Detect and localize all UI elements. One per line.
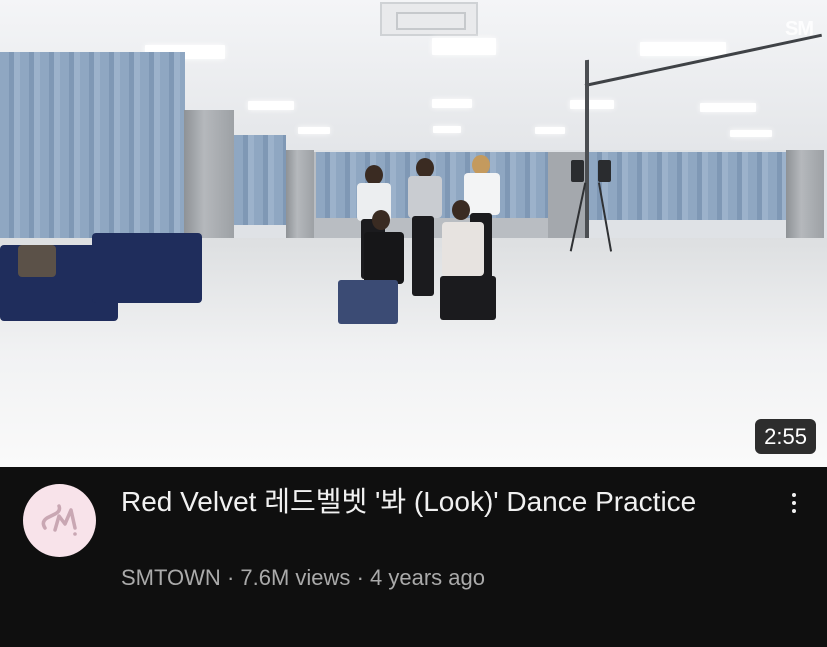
ceiling-light (432, 99, 472, 108)
view-count: 7.6M views (240, 565, 351, 590)
ceiling-light (432, 38, 496, 55)
speaker (571, 160, 584, 182)
pillar (286, 150, 314, 238)
ceiling-light (640, 42, 726, 56)
cushion (18, 245, 56, 277)
mirror-curtain (588, 152, 786, 220)
smtown-logo-icon (41, 503, 77, 536)
duration-badge: 2:55 (755, 419, 816, 454)
more-vert-icon[interactable] (780, 487, 808, 519)
meta-separator: · (226, 565, 235, 590)
ceiling-light (298, 127, 330, 134)
video-thumbnail[interactable]: SM 2:55 (0, 0, 827, 467)
ceiling-light (700, 103, 756, 112)
speaker (598, 160, 611, 182)
ceiling-vent (380, 2, 478, 36)
meta-separator: · (356, 565, 364, 590)
pillar (786, 150, 824, 242)
ceiling-light (730, 130, 772, 137)
upload-age: 4 years ago (370, 565, 485, 590)
ceiling-light (570, 100, 614, 109)
sm-watermark: SM (785, 18, 814, 40)
sofa (92, 233, 202, 303)
ceiling-light (248, 101, 294, 110)
ceiling-light (433, 126, 461, 133)
ceiling-light (535, 127, 565, 134)
side-curtain (234, 135, 286, 225)
channel-avatar[interactable] (23, 484, 96, 557)
video-title[interactable]: Red Velvet 레드벨벳 '봐 (Look)' Dance Practic… (121, 483, 721, 520)
left-curtain (0, 52, 185, 252)
video-meta: SMTOWN · 7.6M views · 4 years ago (121, 563, 485, 593)
channel-name[interactable]: SMTOWN (121, 565, 221, 590)
